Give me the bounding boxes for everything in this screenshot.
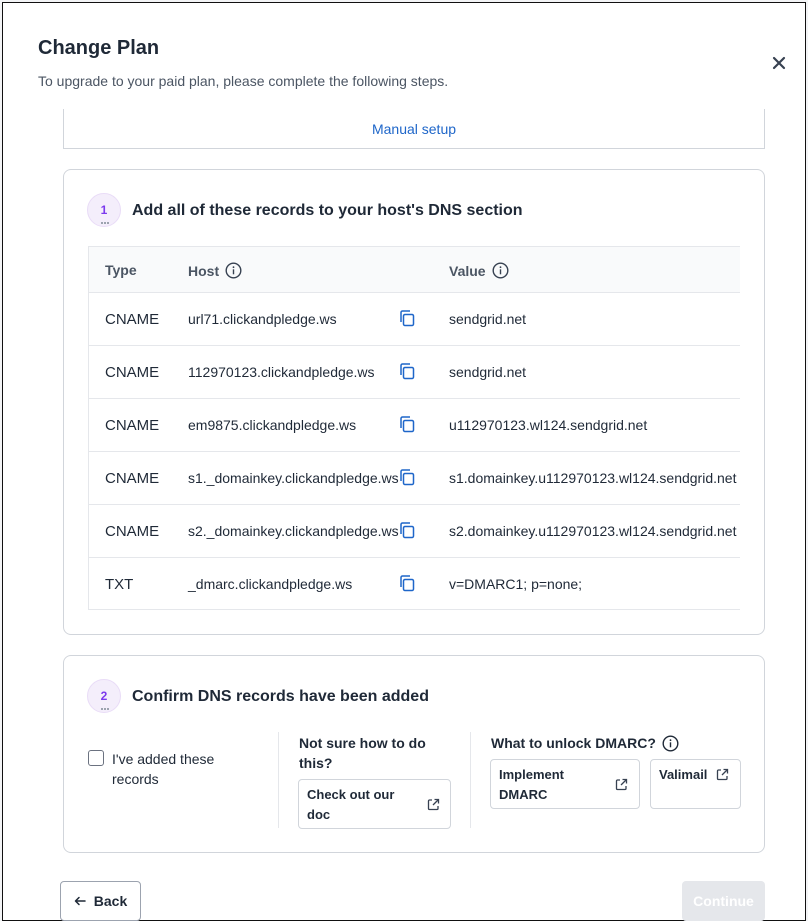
dmarc-heading: What to unlock DMARC? [491,733,679,753]
external-link-icon [427,798,440,811]
valimail-label: Valimail [659,767,708,782]
record-type: CNAME [105,364,160,381]
back-button[interactable]: Back [60,881,141,921]
record-host: _dmarc.clickandpledge.ws [188,576,353,592]
external-link-icon [716,768,729,781]
record-type: CNAME [105,417,160,434]
copy-icon[interactable] [398,574,416,592]
implement-dmarc-label: Implement DMARC [499,767,565,802]
implement-dmarc-button[interactable]: Implement DMARC [490,759,640,809]
record-type: TXT [105,576,134,593]
tab-manual-setup-panel: Manual setup [63,109,765,149]
copy-icon[interactable] [398,415,416,433]
records-added-checkbox[interactable] [88,750,104,766]
copy-icon[interactable] [398,362,416,380]
table-row: CNAME s2._domainkey.clickandpledge.ws s2… [89,505,740,558]
modal-body[interactable]: Manual setup 1 Add all of these records … [37,95,777,920]
dns-records-table: Type Host Value CNAME url71.clickandpled… [88,246,740,610]
info-icon[interactable] [662,734,679,752]
table-row: CNAME s1._domainkey.clickandpledge.ws s1… [89,452,740,505]
close-icon[interactable] [767,51,791,75]
info-icon[interactable] [492,262,509,279]
record-host: s1._domainkey.clickandpledge.ws [188,470,399,486]
divider [470,732,471,828]
step2-title: Confirm DNS records have been added [132,688,429,705]
change-plan-modal: Change Plan To upgrade to your paid plan… [2,2,806,921]
column-host: Host [188,262,242,279]
record-value: s1.domainkey.u112970123.wl124.sendgrid.n… [449,470,737,486]
column-type: Type [105,262,137,278]
step1-badge: 1 [87,193,121,227]
table-row: CNAME url71.clickandpledge.ws sendgrid.n… [89,293,740,346]
check-doc-button[interactable]: Check out our doc [298,779,451,829]
record-type: CNAME [105,470,160,487]
record-type: CNAME [105,523,160,540]
continue-button[interactable]: Continue [682,881,765,921]
table-row: CNAME 112970123.clickandpledge.ws sendgr… [89,346,740,399]
records-added-label[interactable]: I've added these records [112,749,232,789]
table-row: CNAME em9875.clickandpledge.ws u11297012… [89,399,740,452]
column-value: Value [449,262,509,279]
record-value: s2.domainkey.u112970123.wl124.sendgrid.n… [449,523,737,539]
valimail-button[interactable]: Valimail [650,759,741,809]
copy-icon[interactable] [398,521,416,539]
divider [278,732,279,828]
record-value: sendgrid.net [449,364,527,380]
check-doc-label: Check out our doc [307,787,395,822]
record-host: s2._domainkey.clickandpledge.ws [188,523,399,539]
table-header: Type Host Value [89,247,740,293]
record-value: u112970123.wl124.sendgrid.net [449,417,648,433]
arrow-left-icon [74,896,86,906]
step2-badge: 2 [87,679,121,713]
copy-icon[interactable] [398,309,416,327]
help-heading: Not sure how to do this? [299,735,426,771]
step1-title: Add all of these records to your host's … [132,202,523,219]
record-host: em9875.clickandpledge.ws [188,417,357,433]
external-link-icon [615,778,628,791]
record-value: sendgrid.net [449,311,527,327]
record-value: v=DMARC1; p=none; [449,576,583,592]
modal-title: Change Plan [38,37,160,59]
record-type: CNAME [105,311,160,328]
record-host: 112970123.clickandpledge.ws [188,364,375,380]
copy-icon[interactable] [398,468,416,486]
step2-card: 2 Confirm DNS records have been added I'… [63,655,765,853]
record-host: url71.clickandpledge.ws [188,311,337,327]
step1-card: 1 Add all of these records to your host'… [63,169,765,635]
info-icon[interactable] [225,262,242,279]
tab-manual-setup[interactable]: Manual setup [64,121,764,137]
back-label: Back [93,893,128,909]
modal-subtitle: To upgrade to your paid plan, please com… [38,73,449,89]
table-row: TXT _dmarc.clickandpledge.ws v=DMARC1; p… [89,558,740,609]
